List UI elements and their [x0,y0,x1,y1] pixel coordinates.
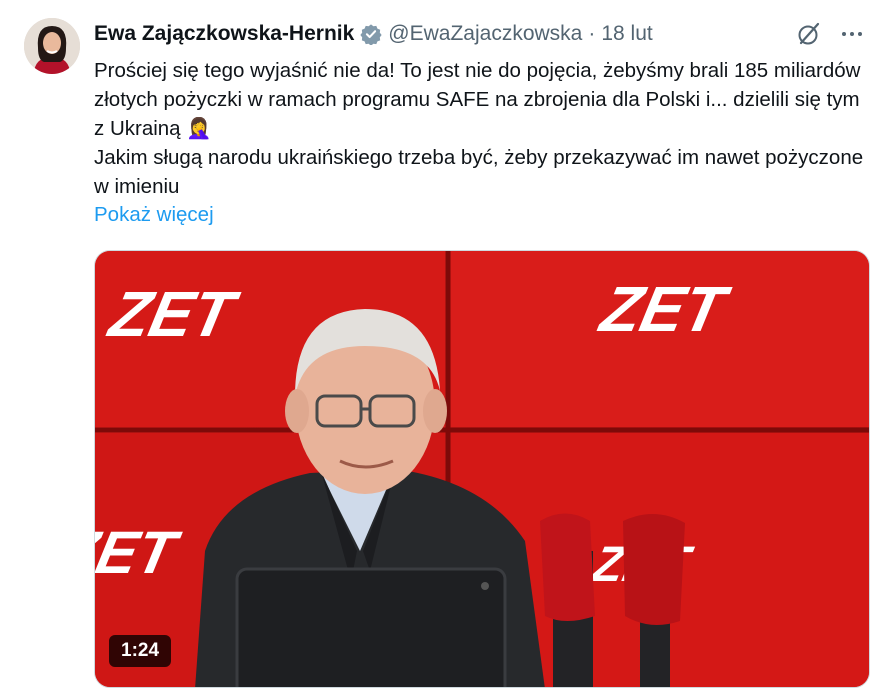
video-frame: ZET ZET ZET ZET [95,251,869,687]
tweet-paragraph: Prościej się tego wyjaśnić nie da! To je… [94,56,864,143]
show-more-link[interactable]: Pokaż więcej [94,203,214,227]
grok-icon[interactable] [796,21,822,47]
author-handle[interactable]: @EwaZajaczkowska [388,22,582,46]
verified-badge-icon [360,23,382,45]
tweet-date[interactable]: 18 lut [601,22,652,46]
tweet-text: Prościej się tego wyjaśnić nie da! To je… [94,56,864,201]
author-name[interactable]: Ewa Zajączkowska-Hernik [94,22,354,46]
header-actions [796,20,864,48]
more-icon[interactable] [840,22,864,46]
svg-text:ZET: ZET [102,278,246,350]
tweet-header: Ewa Zajączkowska-Hernik @EwaZajaczkowska… [94,20,864,48]
svg-text:ZET: ZET [593,273,737,345]
video-duration-badge: 1:24 [109,635,172,667]
tablet [235,567,507,687]
separator-dot: · [588,22,596,45]
facepalm-emoji-icon: 🤦‍♀️ [186,116,212,140]
tweet-paragraph: Jakim sługą narodu ukraińskiego trzeba b… [94,146,864,198]
author-avatar[interactable] [24,18,80,74]
video-player[interactable]: ZET ZET ZET ZET [94,250,870,688]
avatar-image [24,18,80,74]
